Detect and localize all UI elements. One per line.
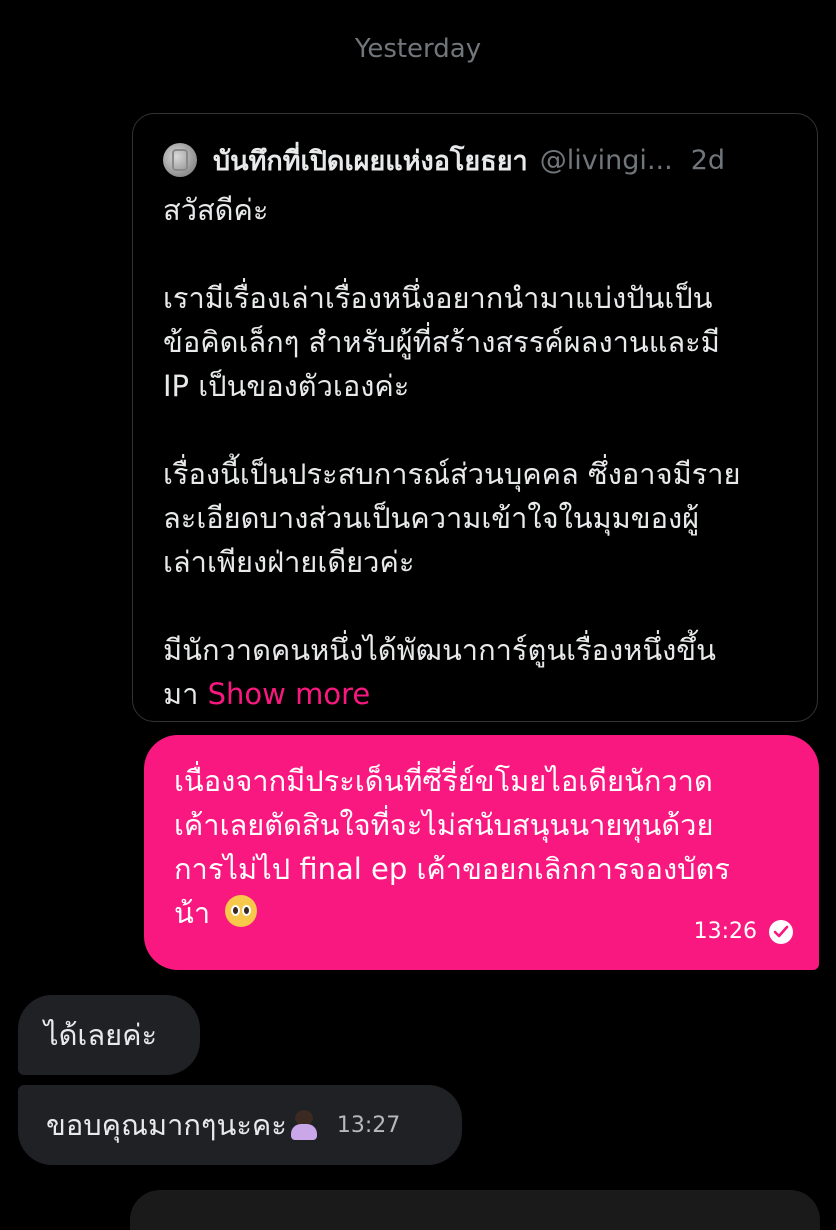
received-message-bubble[interactable]: ได้เลยค่ะ — [18, 995, 200, 1075]
partial-message-bubble — [130, 1190, 820, 1230]
check-circle-icon — [769, 920, 793, 944]
quoted-line-start: มา — [163, 677, 199, 711]
sent-message-line: การไม่ไป final ep เค้าขอยกเลิกการจองบัตร — [174, 852, 730, 886]
quoted-line: ข้อคิดเล็กๆ สำหรับผู้ที่สร้างสรรค์ผลงานแ… — [163, 325, 720, 359]
quoted-author-handle: @livingi... — [539, 144, 673, 176]
quoted-post-header: บันทึกที่เปิดเผยแห่งอโยธยา @livingi... 2… — [163, 140, 787, 180]
quoted-line: มีนักวาดคนหนึ่งได้พัฒนาการ์ตูนเรื่องหนึ่… — [163, 633, 716, 667]
quoted-post-body: สวัสดีค่ะ เรามีเรื่องเล่าเรื่องหนึ่งอยาก… — [163, 188, 803, 716]
sent-message-meta: 13:26 — [694, 910, 793, 954]
avatar[interactable] — [163, 143, 197, 177]
sent-message-bubble[interactable]: เนื่องจากมีประเด็นที่ซีรี่ย์ขโมยไอเดียนั… — [144, 735, 819, 970]
quoted-line: เล่าเพียงฝ่ายเดียวค่ะ — [163, 545, 415, 579]
quoted-post-time: 2d — [690, 144, 726, 176]
sent-message-line: เนื่องจากมีประเด็นที่ซีรี่ย์ขโมยไอเดียนั… — [174, 764, 713, 798]
received-message-text: ได้เลยค่ะ — [44, 1018, 158, 1052]
sent-message-line: น้า — [174, 896, 211, 930]
sent-message-time: 13:26 — [693, 919, 757, 944]
sent-message-line: เค้าเลยตัดสินใจที่จะไม่สนับสนุนนายทุนด้ว… — [174, 808, 714, 842]
quoted-line: ละเอียดบางส่วนเป็นความเข้าใจในมุมของผู้ — [163, 501, 700, 535]
received-message-time: 13:27 — [336, 1112, 401, 1138]
quoted-post-card[interactable]: บันทึกที่เปิดเผยแห่งอโยธยา @livingi... 2… — [132, 113, 818, 722]
date-separator: Yesterday — [354, 34, 482, 64]
pleading-face-emoji — [225, 895, 258, 927]
quoted-line: IP เป็นของตัวเองค่ะ — [163, 369, 410, 403]
quoted-author-name[interactable]: บันทึกที่เปิดเผยแห่งอโยธยา — [213, 140, 528, 180]
received-message-text: ขอบคุณมากๆนะคะ — [46, 1108, 287, 1142]
quoted-line: เรื่องนี้เป็นประสบการณ์ส่วนบุคคล ซึ่งอาจ… — [163, 457, 741, 491]
quoted-line: เรามีเรื่องเล่าเรื่องหนึ่งอยากนำมาแบ่งปั… — [163, 281, 713, 315]
quoted-line: สวัสดีค่ะ — [163, 193, 269, 227]
quoted-last-line: มา Show more — [163, 672, 803, 716]
show-more-link[interactable]: Show more — [208, 677, 371, 711]
received-message-bubble[interactable]: ขอบคุณมากๆนะคะ 13:27 — [18, 1085, 462, 1165]
person-bowing-emoji — [289, 1110, 319, 1140]
